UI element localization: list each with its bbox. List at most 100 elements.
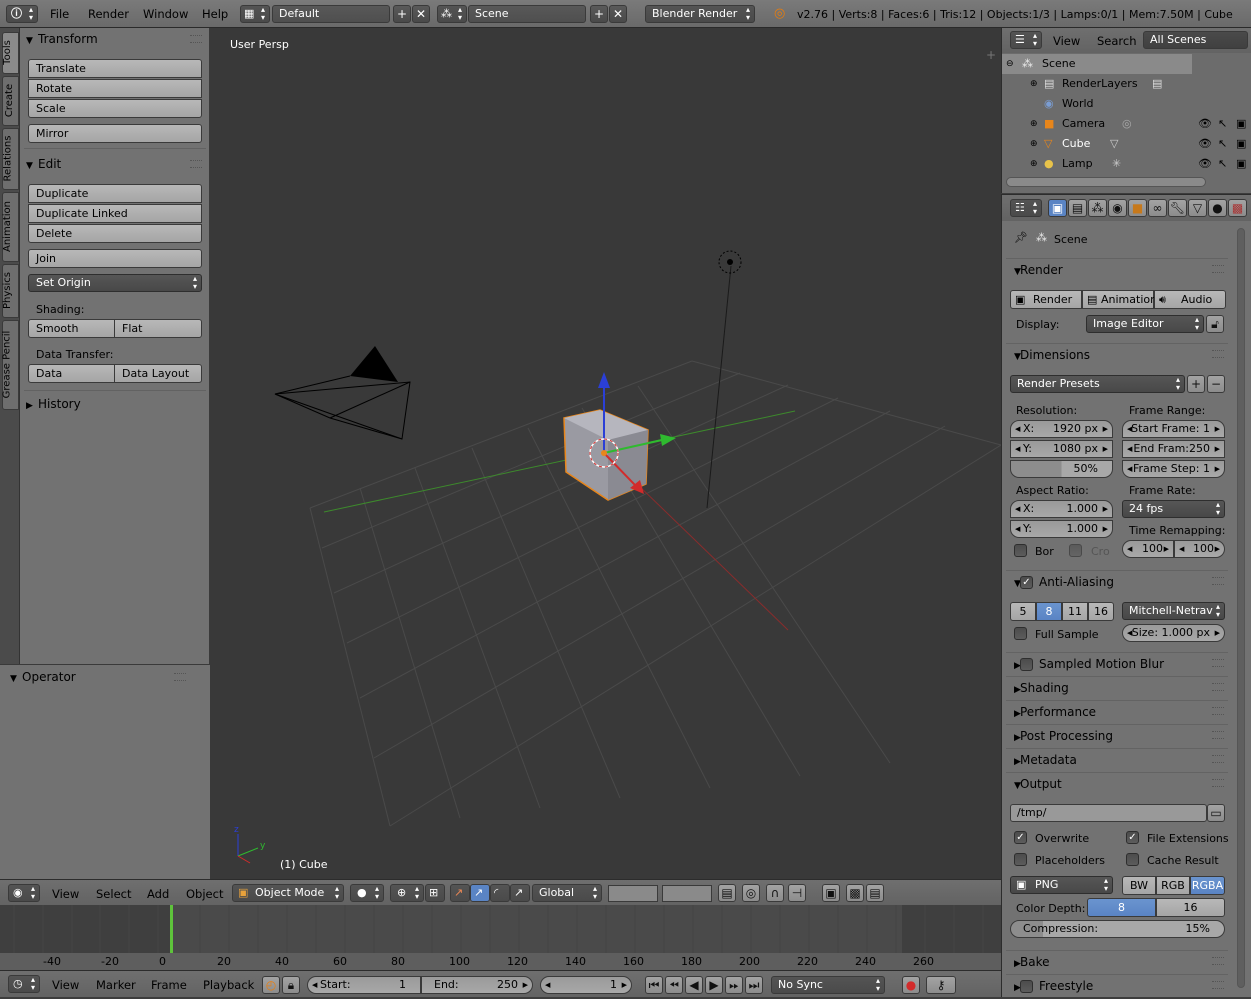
shade-flat-button[interactable]: Flat xyxy=(114,319,202,338)
data-layout-button[interactable]: Data Layout xyxy=(114,364,202,383)
jump-to-keyframe-back-button[interactable]: ⏪︎ xyxy=(665,976,683,994)
remap-old-field[interactable]: ◀ 100 ▶ xyxy=(1122,540,1174,558)
mode-dropdown[interactable]: ▣ Object Mode ▴ ▾ xyxy=(232,884,344,902)
jump-to-end-button[interactable]: ⏭︎ xyxy=(745,976,763,994)
outliner-row-camera[interactable]: ⊕ ■ Camera ◎ 👁︎ ↖ ▣ xyxy=(1002,114,1251,134)
manipulator-toggle[interactable]: ⊞ xyxy=(425,884,445,902)
add-layout-button[interactable]: + xyxy=(393,5,411,23)
display-mode-dropdown[interactable]: Image Editor ▴ ▾ xyxy=(1086,315,1204,333)
add-preset-button[interactable]: + xyxy=(1187,375,1205,393)
edit-panel-header[interactable]: ▼ Edit xyxy=(26,154,206,174)
translate-button[interactable]: Translate xyxy=(28,59,202,78)
increment-arrow-icon[interactable]: ▶ xyxy=(1103,501,1108,517)
visibility-eye-icon[interactable]: 👁︎ xyxy=(1198,154,1212,174)
expand-icon[interactable]: ⊕ xyxy=(1030,134,1038,154)
render-audio-button[interactable]: 🔊︎ Audio xyxy=(1154,290,1226,309)
color-depth-8-button[interactable]: 8 xyxy=(1087,898,1156,917)
tab-tools[interactable]: Tools xyxy=(2,32,19,74)
increment-arrow-icon[interactable]: ▶ xyxy=(1103,421,1108,437)
aa-samples-8-button[interactable]: 8 xyxy=(1036,602,1062,621)
lock-range-button[interactable]: 🔒︎ xyxy=(282,976,300,994)
frame-step-field[interactable]: ◀ Frame Step: 1 ▶ xyxy=(1122,460,1225,478)
shading-panel-header[interactable]: ▶Shading xyxy=(1006,676,1228,698)
browse-folder-button[interactable]: ▭ xyxy=(1207,804,1225,822)
decrement-arrow-icon[interactable]: ◀ xyxy=(1015,441,1020,457)
decrement-arrow-icon[interactable]: ◀ xyxy=(1127,441,1132,457)
drag-grip-icon[interactable] xyxy=(190,160,202,168)
join-button[interactable]: Join xyxy=(28,249,202,268)
drag-grip-icon[interactable] xyxy=(190,35,202,43)
transform-panel-header[interactable]: ▼ Transform xyxy=(26,29,206,49)
scene-context-icon[interactable]: ⁂ xyxy=(1088,199,1107,217)
editor-type-outliner-button[interactable]: ☰ ▴ ▾ xyxy=(1010,31,1042,49)
constraints-context-icon[interactable]: ∞ xyxy=(1148,199,1167,217)
preview-range-button[interactable]: ◴ xyxy=(262,976,280,994)
freestyle-checkbox[interactable] xyxy=(1020,980,1033,993)
outliner-scrollbar[interactable] xyxy=(1006,177,1206,187)
menu-window[interactable]: Window xyxy=(143,7,188,21)
3d-viewport[interactable]: z y User Persp (1) Cube + xyxy=(210,28,1001,879)
color-depth-16-button[interactable]: 16 xyxy=(1156,898,1225,917)
menu-help[interactable]: Help xyxy=(202,7,228,21)
remove-scene-button[interactable]: ✕ xyxy=(609,5,627,23)
current-frame-field[interactable]: ◀ 1 ▶ xyxy=(540,976,632,994)
menu-marker[interactable]: Marker xyxy=(96,978,136,992)
increment-arrow-icon[interactable]: ▶ xyxy=(1215,421,1220,437)
compression-slider[interactable]: Compression: 15% xyxy=(1010,920,1225,938)
menu-playback[interactable]: Playback xyxy=(203,978,254,992)
performance-panel-header[interactable]: ▶Performance xyxy=(1006,700,1228,722)
aspect-y-field[interactable]: ◀ Y: 1.000 ▶ xyxy=(1010,520,1113,538)
decrement-arrow-icon[interactable]: ◀ xyxy=(1127,461,1132,477)
layer-buttons-left[interactable] xyxy=(608,885,658,902)
overwrite-checkbox[interactable]: ✓ xyxy=(1014,831,1027,844)
color-mode-rgba-button[interactable]: RGBA xyxy=(1190,876,1225,895)
render-animation-button[interactable]: ▤ Animation xyxy=(1082,290,1157,309)
lock-camera-layers-button[interactable]: ▤ xyxy=(718,884,736,902)
outliner-row-world[interactable]: ◉ World xyxy=(1002,94,1251,114)
aa-filter-dropdown[interactable]: Mitchell-Netrav ▴ ▾ xyxy=(1122,602,1225,620)
scene-browse-button[interactable]: ⁂ ▴ ▾ xyxy=(437,5,467,23)
outliner-row-scene[interactable]: ⊖ ⁂ Scene xyxy=(1002,54,1192,74)
metadata-panel-header[interactable]: ▶Metadata xyxy=(1006,748,1228,770)
lamp-object[interactable] xyxy=(718,250,742,274)
menu-file[interactable]: File xyxy=(50,7,69,21)
timeline-editor[interactable]: -40 -20 0 20 40 60 80 100 120 140 160 180 200 220 240 2… xyxy=(0,905,1001,970)
rotate-button[interactable]: Rotate xyxy=(28,79,202,98)
drag-grip-icon[interactable] xyxy=(1212,755,1224,763)
render-layers-context-icon[interactable]: ▤ xyxy=(1068,199,1087,217)
outliner-row-cube[interactable]: ⊕ ▽ Cube ▽ 👁︎ ↖ ▣ xyxy=(1002,134,1251,154)
opengl-render-animation-button[interactable]: ▩ xyxy=(846,884,864,902)
output-path-field[interactable]: /tmp/ xyxy=(1010,804,1207,822)
color-mode-bw-button[interactable]: BW xyxy=(1122,876,1156,895)
menu-render[interactable]: Render xyxy=(88,7,129,21)
tab-create[interactable]: Create xyxy=(2,76,19,126)
selectability-cursor-icon[interactable]: ↖ xyxy=(1218,154,1227,174)
increment-arrow-icon[interactable]: ▶ xyxy=(1215,625,1220,641)
renderability-camera-icon[interactable]: ▣ xyxy=(1236,154,1246,174)
viewport-shading-dropdown[interactable]: ● ▴ ▾ xyxy=(350,884,384,902)
mesh-data-context-icon[interactable]: ▽ xyxy=(1188,199,1207,217)
viewport-canvas[interactable]: z y xyxy=(210,28,1001,879)
outliner-row-renderlayers[interactable]: ⊕ ▤ RenderLayers ▤ xyxy=(1002,74,1251,94)
sampled-motion-blur-panel-header[interactable]: ▶ Sampled Motion Blur xyxy=(1006,652,1228,674)
editor-type-properties-button[interactable]: ☷ ▴ ▾ xyxy=(1010,199,1042,217)
start-frame-property-field[interactable]: ◀ Start Frame: 1 ▶ xyxy=(1122,420,1225,438)
translate-mode-toggle[interactable]: ↗ xyxy=(470,884,490,902)
drag-grip-icon[interactable] xyxy=(1212,707,1224,715)
menu-frame[interactable]: Frame xyxy=(151,978,187,992)
editor-type-3dview-button[interactable]: ◉ ▴ ▾ xyxy=(8,884,40,902)
aa-samples-11-button[interactable]: 11 xyxy=(1062,602,1088,621)
drag-grip-icon[interactable] xyxy=(1212,779,1224,787)
placeholders-checkbox[interactable] xyxy=(1014,853,1027,866)
tab-animation[interactable]: Animation xyxy=(2,192,19,262)
aspect-x-field[interactable]: ◀ X: 1.000 ▶ xyxy=(1010,500,1113,518)
motion-blur-checkbox[interactable] xyxy=(1020,658,1033,671)
object-context-icon[interactable]: ■ xyxy=(1128,199,1147,217)
drag-grip-icon[interactable] xyxy=(174,673,186,681)
expand-icon[interactable]: ⊕ xyxy=(1030,114,1038,134)
add-scene-button[interactable]: + xyxy=(590,5,608,23)
camera-object[interactable] xyxy=(274,346,411,440)
material-context-icon[interactable]: ● xyxy=(1208,199,1227,217)
remove-preset-button[interactable]: − xyxy=(1207,375,1225,393)
increment-arrow-icon[interactable]: ▶ xyxy=(1164,541,1169,557)
